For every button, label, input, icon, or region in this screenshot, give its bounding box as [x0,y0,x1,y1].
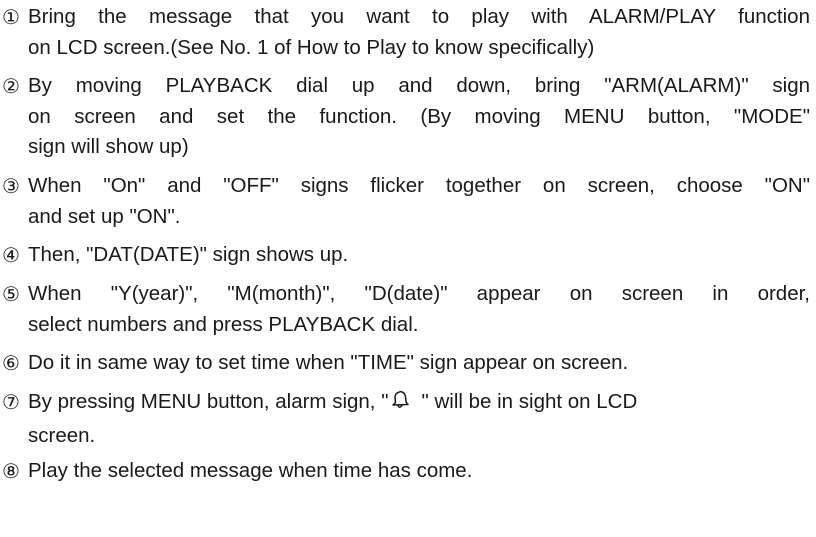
step-1: ① Bring the message that you want to pla… [0,2,810,63]
alarm-play-instructions: ① Bring the message that you want to pla… [0,0,816,537]
step-text-segment: " will be in sight on LCD [421,390,638,413]
bell-icon [389,389,411,421]
step-8: ⑧ Play the selected message when time ha… [0,456,810,487]
step-3: ③ When "On" and "OFF" signs flicker toge… [0,171,810,232]
step-text-line: Bring the message that you want to play … [28,5,810,28]
step-text-segment: By pressing MENU button, alarm sign, " [28,390,389,413]
step-2: ② By moving PLAYBACK dial up and down, b… [0,71,810,163]
step-number: ④ [2,243,20,267]
step-text-line: screen. [28,423,96,447]
step-number: ② [2,74,20,98]
step-text-line: sign will show up) [28,135,189,158]
step-text-line: on screen and set the function. (By movi… [28,104,810,128]
step-text-line: on LCD screen.(See No. 1 of How to Play … [28,35,595,59]
step-text-line: Do it in same way to set time when "TIME… [28,351,629,374]
step-5: ⑤ When "Y(year)", "M(month)", "D(date)" … [0,279,810,340]
step-number: ⑥ [2,351,20,375]
step-number: ⑧ [2,459,20,483]
step-text-line: By pressing MENU button, alarm sign, " " … [28,387,810,421]
step-number: ⑦ [2,390,20,414]
step-text-line: When "On" and "OFF" signs flicker togeth… [28,174,810,197]
step-text-line: Play the selected message when time has … [28,459,473,482]
step-text-line: By moving PLAYBACK dial up and down, bri… [28,74,810,97]
step-number: ⑤ [2,282,20,306]
step-7: ⑦ By pressing MENU button, alarm sign, "… [0,387,810,451]
step-text-line: select numbers and press PLAYBACK dial. [28,312,419,336]
step-4: ④ Then, "DAT(DATE)" sign shows up. [0,240,810,271]
step-number: ① [2,5,20,29]
step-text-line: Then, "DAT(DATE)" sign shows up. [28,243,349,266]
step-6: ⑥ Do it in same way to set time when "TI… [0,348,810,379]
step-text-line: and set up "ON". [28,204,181,228]
step-number: ③ [2,174,20,198]
step-text-line: When "Y(year)", "M(month)", "D(date)" ap… [28,282,810,305]
